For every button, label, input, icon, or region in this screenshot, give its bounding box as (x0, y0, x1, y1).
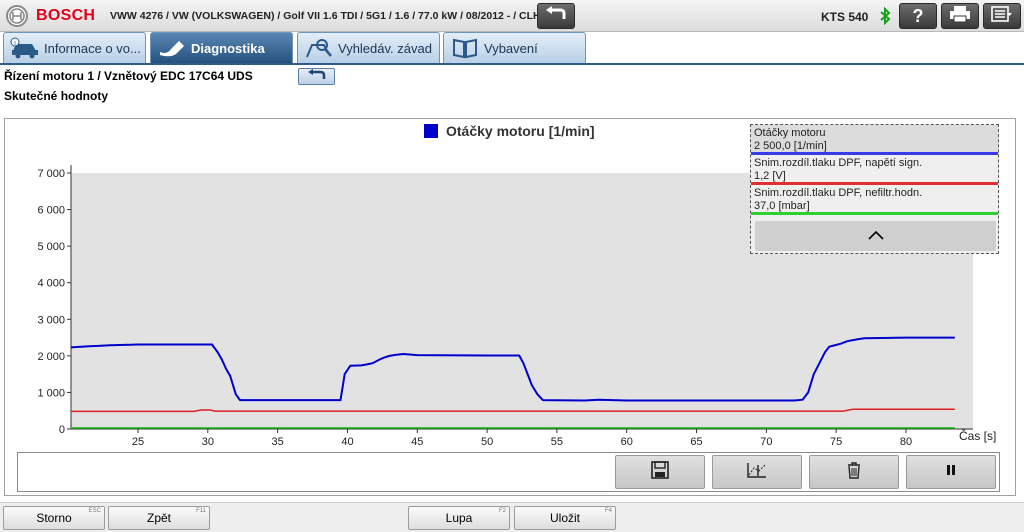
x-tick-label: 55 (551, 436, 563, 448)
button-label: Lupa (445, 511, 473, 525)
back-arrow-icon (544, 5, 568, 27)
y-tick-label: 4 000 (37, 278, 65, 290)
legend: Otáčky motoru 2 500,0 [1/min] Snim.rozdí… (750, 124, 999, 254)
brand-label: BOSCH (36, 7, 96, 24)
chevron-up-icon (867, 227, 884, 245)
vehicle-info: VWW 4276 / VW (VOLKSWAGEN) / Golf VII 1.… (110, 10, 549, 22)
x-tick-label: 80 (900, 436, 912, 448)
y-tick-label: 7 000 (37, 168, 65, 180)
x-tick-label: 45 (411, 436, 423, 448)
title-swatch (424, 124, 438, 138)
back-button[interactable] (537, 3, 575, 29)
tab-label: Diagnostika (191, 40, 265, 56)
device-name: KTS 540 (821, 10, 869, 24)
marker-icon (746, 461, 768, 484)
x-tick-label: 65 (690, 436, 702, 448)
legend-collapse-button[interactable] (755, 221, 996, 251)
page-title: Skutečné hodnoty (4, 89, 109, 103)
tab-vehicle-info[interactable]: i Informace o vo... (3, 32, 146, 63)
legend-series-name: Otáčky motoru (754, 127, 826, 139)
x-tick-label: 75 (830, 436, 842, 448)
legend-item[interactable]: Snim.rozdíl.tlaku DPF, napětí sign. 1,2 … (751, 155, 998, 185)
legend-item[interactable]: Snim.rozdíl.tlaku DPF, nefiltr.hodn. 37,… (751, 185, 998, 215)
back-footer-button[interactable]: Zpět F11 (108, 506, 210, 530)
back-arrow-icon (306, 68, 328, 86)
y-tick-label: 6 000 (37, 205, 65, 217)
save-button[interactable]: Uložit F4 (514, 506, 616, 530)
menu-button[interactable] (983, 3, 1021, 29)
breadcrumb: Řízení motoru 1 / Vznětový EDC 17C64 UDS (4, 69, 253, 83)
x-tick-label: 35 (272, 436, 284, 448)
y-tick-label: 2 000 (37, 351, 65, 363)
tab-label: Vyhledáv. závad (338, 40, 432, 56)
legend-series-name: Snim.rozdíl.tlaku DPF, napětí sign. (754, 157, 923, 169)
legend-series-name: Snim.rozdíl.tlaku DPF, nefiltr.hodn. (754, 187, 923, 199)
car-info-icon: i (10, 36, 40, 60)
marker-button[interactable] (712, 455, 802, 489)
save-disk-icon (650, 460, 670, 485)
save-recording-button[interactable] (615, 455, 705, 489)
help-button[interactable]: ? (899, 3, 937, 29)
chart-toolbar (17, 452, 1000, 492)
button-label: Zpět (146, 511, 171, 525)
x-tick-label: 50 (481, 436, 493, 448)
book-icon (450, 36, 480, 60)
shortcut-key: ESC (88, 508, 101, 514)
button-label: Uložit (549, 511, 580, 525)
main-tabs: i Informace o vo... Diagnostika Vyhledáv… (0, 32, 1024, 64)
bosch-logo-icon (6, 5, 28, 27)
tab-underline (0, 63, 1024, 65)
menu-list-icon (991, 5, 1013, 28)
button-label: Storno (36, 511, 72, 525)
print-button[interactable] (941, 3, 979, 29)
x-tick-label: 70 (760, 436, 772, 448)
cancel-button[interactable]: Storno ESC (3, 506, 105, 530)
diagnostics-plug-icon (157, 36, 187, 60)
bluetooth-icon (879, 6, 891, 26)
fault-search-icon (304, 36, 334, 60)
help-icon: ? (912, 5, 924, 26)
legend-item[interactable]: Otáčky motoru 2 500,0 [1/min] (751, 125, 998, 155)
breadcrumb-back-button[interactable] (298, 68, 335, 85)
zoom-button[interactable]: Lupa F2 (408, 506, 510, 530)
delete-button[interactable] (809, 455, 899, 489)
y-tick-label: 1 000 (37, 387, 65, 399)
x-tick-label: 30 (202, 436, 214, 448)
legend-color-bar (751, 212, 998, 215)
y-tick-label: 5 000 (37, 241, 65, 253)
shortcut-key: F11 (196, 508, 206, 514)
pause-button[interactable] (906, 455, 996, 489)
tab-label: Vybavení (484, 40, 538, 56)
x-tick-label: 40 (341, 436, 353, 448)
title-bar: BOSCH VWW 4276 / VW (VOLKSWAGEN) / Golf … (0, 0, 1024, 32)
delete-icon (846, 461, 862, 484)
pause-icon (946, 463, 956, 481)
tab-diagnostics[interactable]: Diagnostika (150, 32, 293, 63)
x-axis-label: Čas [s] (959, 428, 996, 443)
shortcut-key: F4 (604, 508, 612, 514)
x-tick-label: 25 (132, 436, 144, 448)
tab-fault-search[interactable]: Vyhledáv. závad (297, 32, 440, 63)
tab-equipment[interactable]: Vybavení (443, 32, 586, 63)
y-tick-label: 3 000 (37, 314, 65, 326)
print-icon (949, 5, 971, 28)
footer-bar: Storno ESC Zpět F11 Lupa F2 Uložit F4 (0, 502, 1024, 532)
x-tick-label: 60 (621, 436, 633, 448)
y-tick-label: 0 (59, 424, 65, 436)
shortcut-key: F2 (498, 508, 506, 514)
chart-title: Otáčky motoru [1/min] (446, 123, 595, 139)
tab-label: Informace o vo... (44, 40, 141, 56)
